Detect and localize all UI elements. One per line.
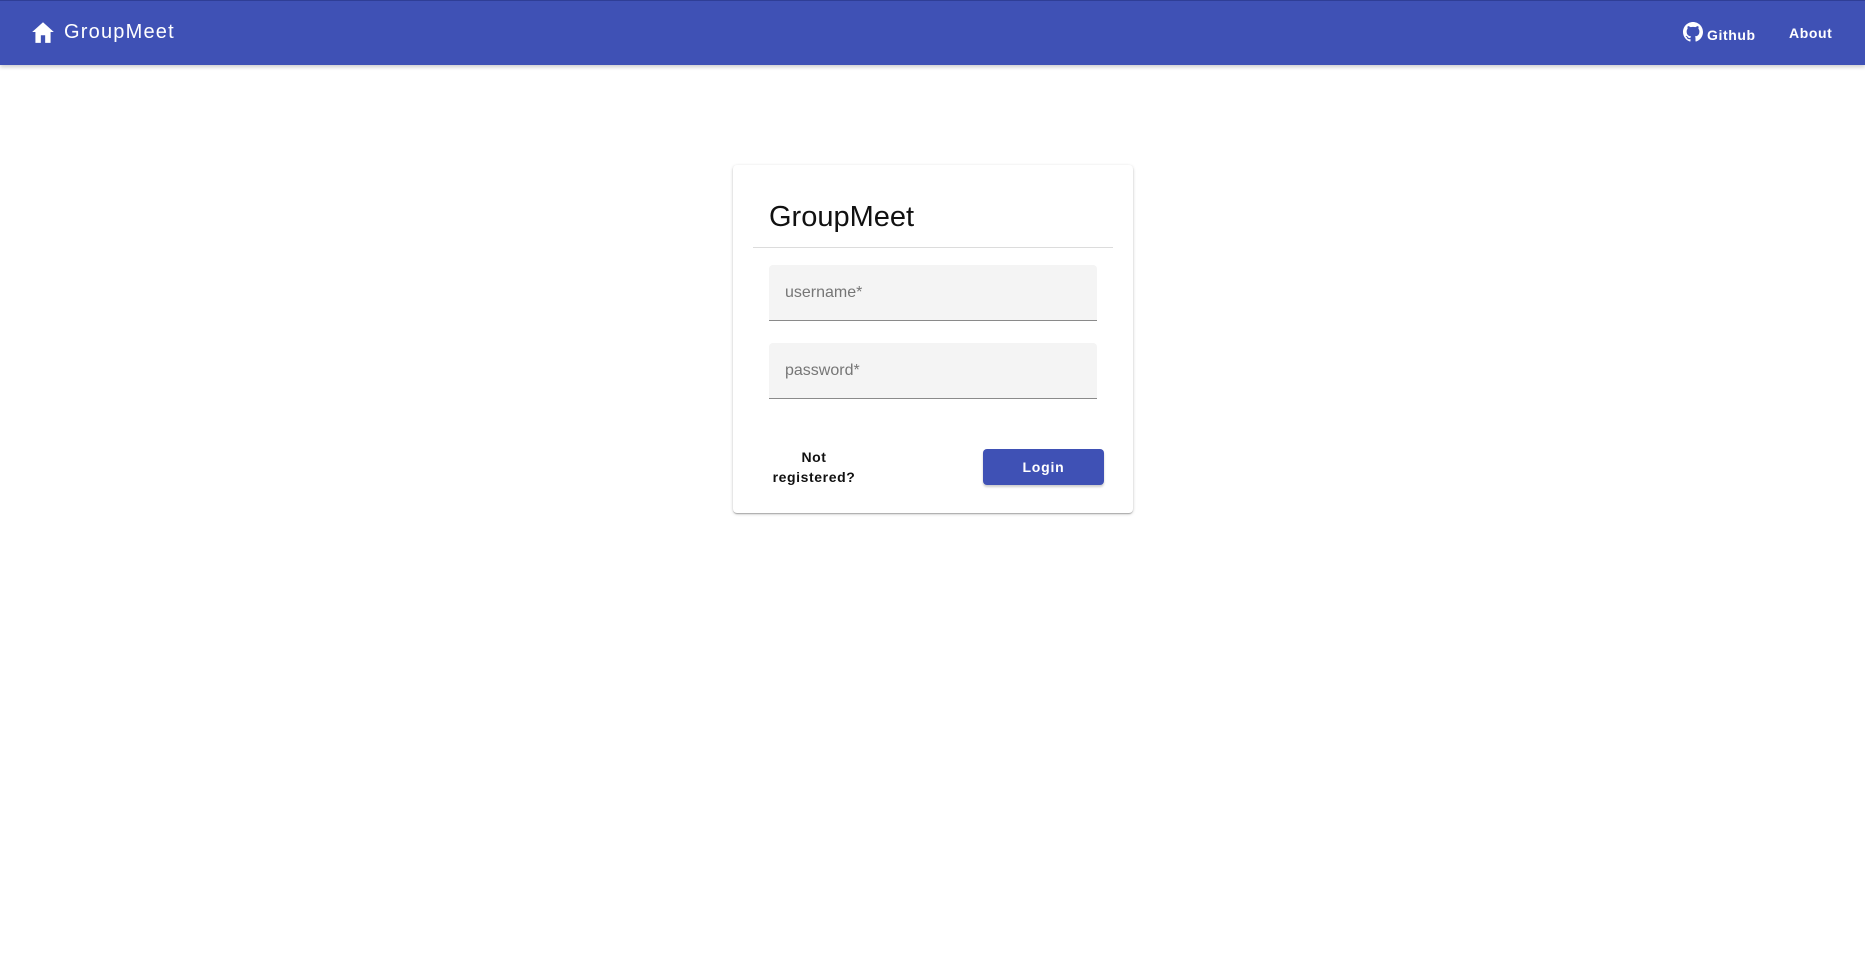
brand-label: GroupMeet (64, 20, 175, 43)
login-card: GroupMeet Not registered? Login (733, 165, 1133, 513)
app-bar: GroupMeet Github About (0, 0, 1865, 65)
username-field[interactable] (769, 265, 1097, 321)
github-label: Github (1707, 27, 1756, 43)
home-icon (32, 22, 54, 43)
login-card-title: GroupMeet (769, 201, 915, 233)
github-icon (1683, 21, 1703, 42)
login-button[interactable]: Login (983, 449, 1104, 485)
not-registered-button[interactable]: Not registered? (771, 447, 857, 487)
github-link[interactable]: Github (1683, 20, 1756, 43)
username-input[interactable] (785, 283, 1081, 302)
password-field[interactable] (769, 343, 1097, 399)
home-link[interactable]: GroupMeet (30, 20, 175, 44)
title-divider (753, 247, 1113, 248)
about-link[interactable]: About (1789, 25, 1832, 41)
password-input[interactable] (785, 361, 1081, 380)
